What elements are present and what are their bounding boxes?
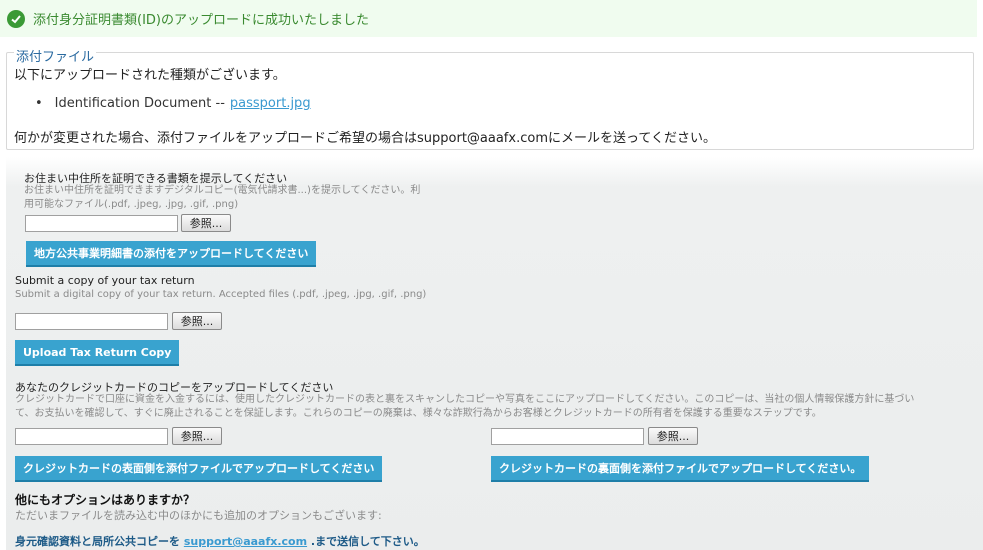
attached-files-intro: 以下にアップロードされた種類がございます。 bbox=[14, 68, 286, 83]
address-proof-desc-line2: 用可能なファイル(.pdf, .jpeg, .jpg, .gif, .png) bbox=[24, 199, 239, 210]
credit-card-desc: クレジットカードで口座に資金を入金するには、使用したクレジットカードの表と裏をス… bbox=[15, 393, 981, 421]
address-upload-button[interactable]: 地方公共事業明細書の添付をアップロードしてください bbox=[26, 241, 317, 267]
tax-return-desc: Submit a digital copy of your tax return… bbox=[15, 289, 427, 300]
success-message: 添付身分証明書類(ID)のアップロードに成功いたしました bbox=[33, 13, 369, 28]
options-title: 他にもオプションはありますか？ bbox=[15, 493, 196, 507]
card-back-upload-button[interactable]: クレジットカードの裏面側を添付ファイルでアップロードしてください。 bbox=[491, 456, 870, 482]
bullet-icon: • bbox=[35, 96, 43, 111]
tax-file-input[interactable] bbox=[15, 313, 168, 330]
options-contact: 身元確認資料と局所公共コピーを support@aaafx.com .まで送信し… bbox=[15, 533, 425, 549]
card-front-browse-button[interactable]: 参照... bbox=[172, 427, 222, 445]
card-back-browse-button[interactable]: 参照... bbox=[648, 427, 698, 445]
address-browse-button[interactable]: 参照... bbox=[181, 214, 231, 232]
checkmark-icon bbox=[7, 9, 25, 28]
tax-browse-button[interactable]: 参照... bbox=[172, 312, 222, 330]
list-item: • Identification Document -- passport.jp… bbox=[35, 96, 311, 111]
options-contact-suffix: .まで送信して下さい。 bbox=[310, 535, 425, 548]
address-file-input[interactable] bbox=[25, 215, 178, 232]
card-back-file-input[interactable] bbox=[491, 428, 644, 445]
options-contact-prefix: 身元確認資料と局所公共コピーを bbox=[15, 535, 180, 548]
credit-card-desc-line1: クレジットカードで口座に資金を入金するには、使用したクレジットカードの表と裏をス… bbox=[15, 394, 915, 405]
support-email-link[interactable]: support@aaafx.com bbox=[184, 535, 307, 548]
attached-files-legend: 添付ファイル bbox=[14, 46, 97, 65]
success-banner: 添付身分証明書類(ID)のアップロードに成功いたしました bbox=[0, 0, 977, 37]
card-front-upload-button[interactable]: クレジットカードの表面側を添付ファイルでアップロードしてください bbox=[15, 456, 383, 482]
upload-area: お住まい中住所を証明できる書類を提示してください お住まい中住所を証明できますデ… bbox=[6, 157, 983, 550]
tax-upload-button[interactable]: Upload Tax Return Copy bbox=[15, 340, 180, 366]
address-proof-desc-line1: お住まい中住所を証明できますデジタルコピー(電気代請求書...)を提示してくださ… bbox=[24, 185, 421, 196]
attached-files-note: 何かが変更された場合、添付ファイルをアップロードご希望の場合はsupport@a… bbox=[14, 131, 716, 146]
credit-card-desc-line2: て、お支払いを確認して、すぐに廃止されることを保証します。これらのコピーの廃棄は… bbox=[15, 408, 822, 419]
document-type: Identification Document -- bbox=[54, 96, 225, 111]
address-proof-desc: お住まい中住所を証明できますデジタルコピー(電気代請求書...)を提示してくださ… bbox=[24, 184, 484, 212]
card-front-file-input[interactable] bbox=[15, 428, 168, 445]
options-desc: ただいまファイルを読み込む中のほかにも追加のオプションもございます: bbox=[15, 509, 382, 522]
uploaded-file-link[interactable]: passport.jpg bbox=[230, 96, 311, 111]
tax-return-title: Submit a copy of your tax return bbox=[15, 274, 195, 287]
attached-files-fieldset: 添付ファイル 以下にアップロードされた種類がございます。 • Identific… bbox=[6, 46, 974, 150]
